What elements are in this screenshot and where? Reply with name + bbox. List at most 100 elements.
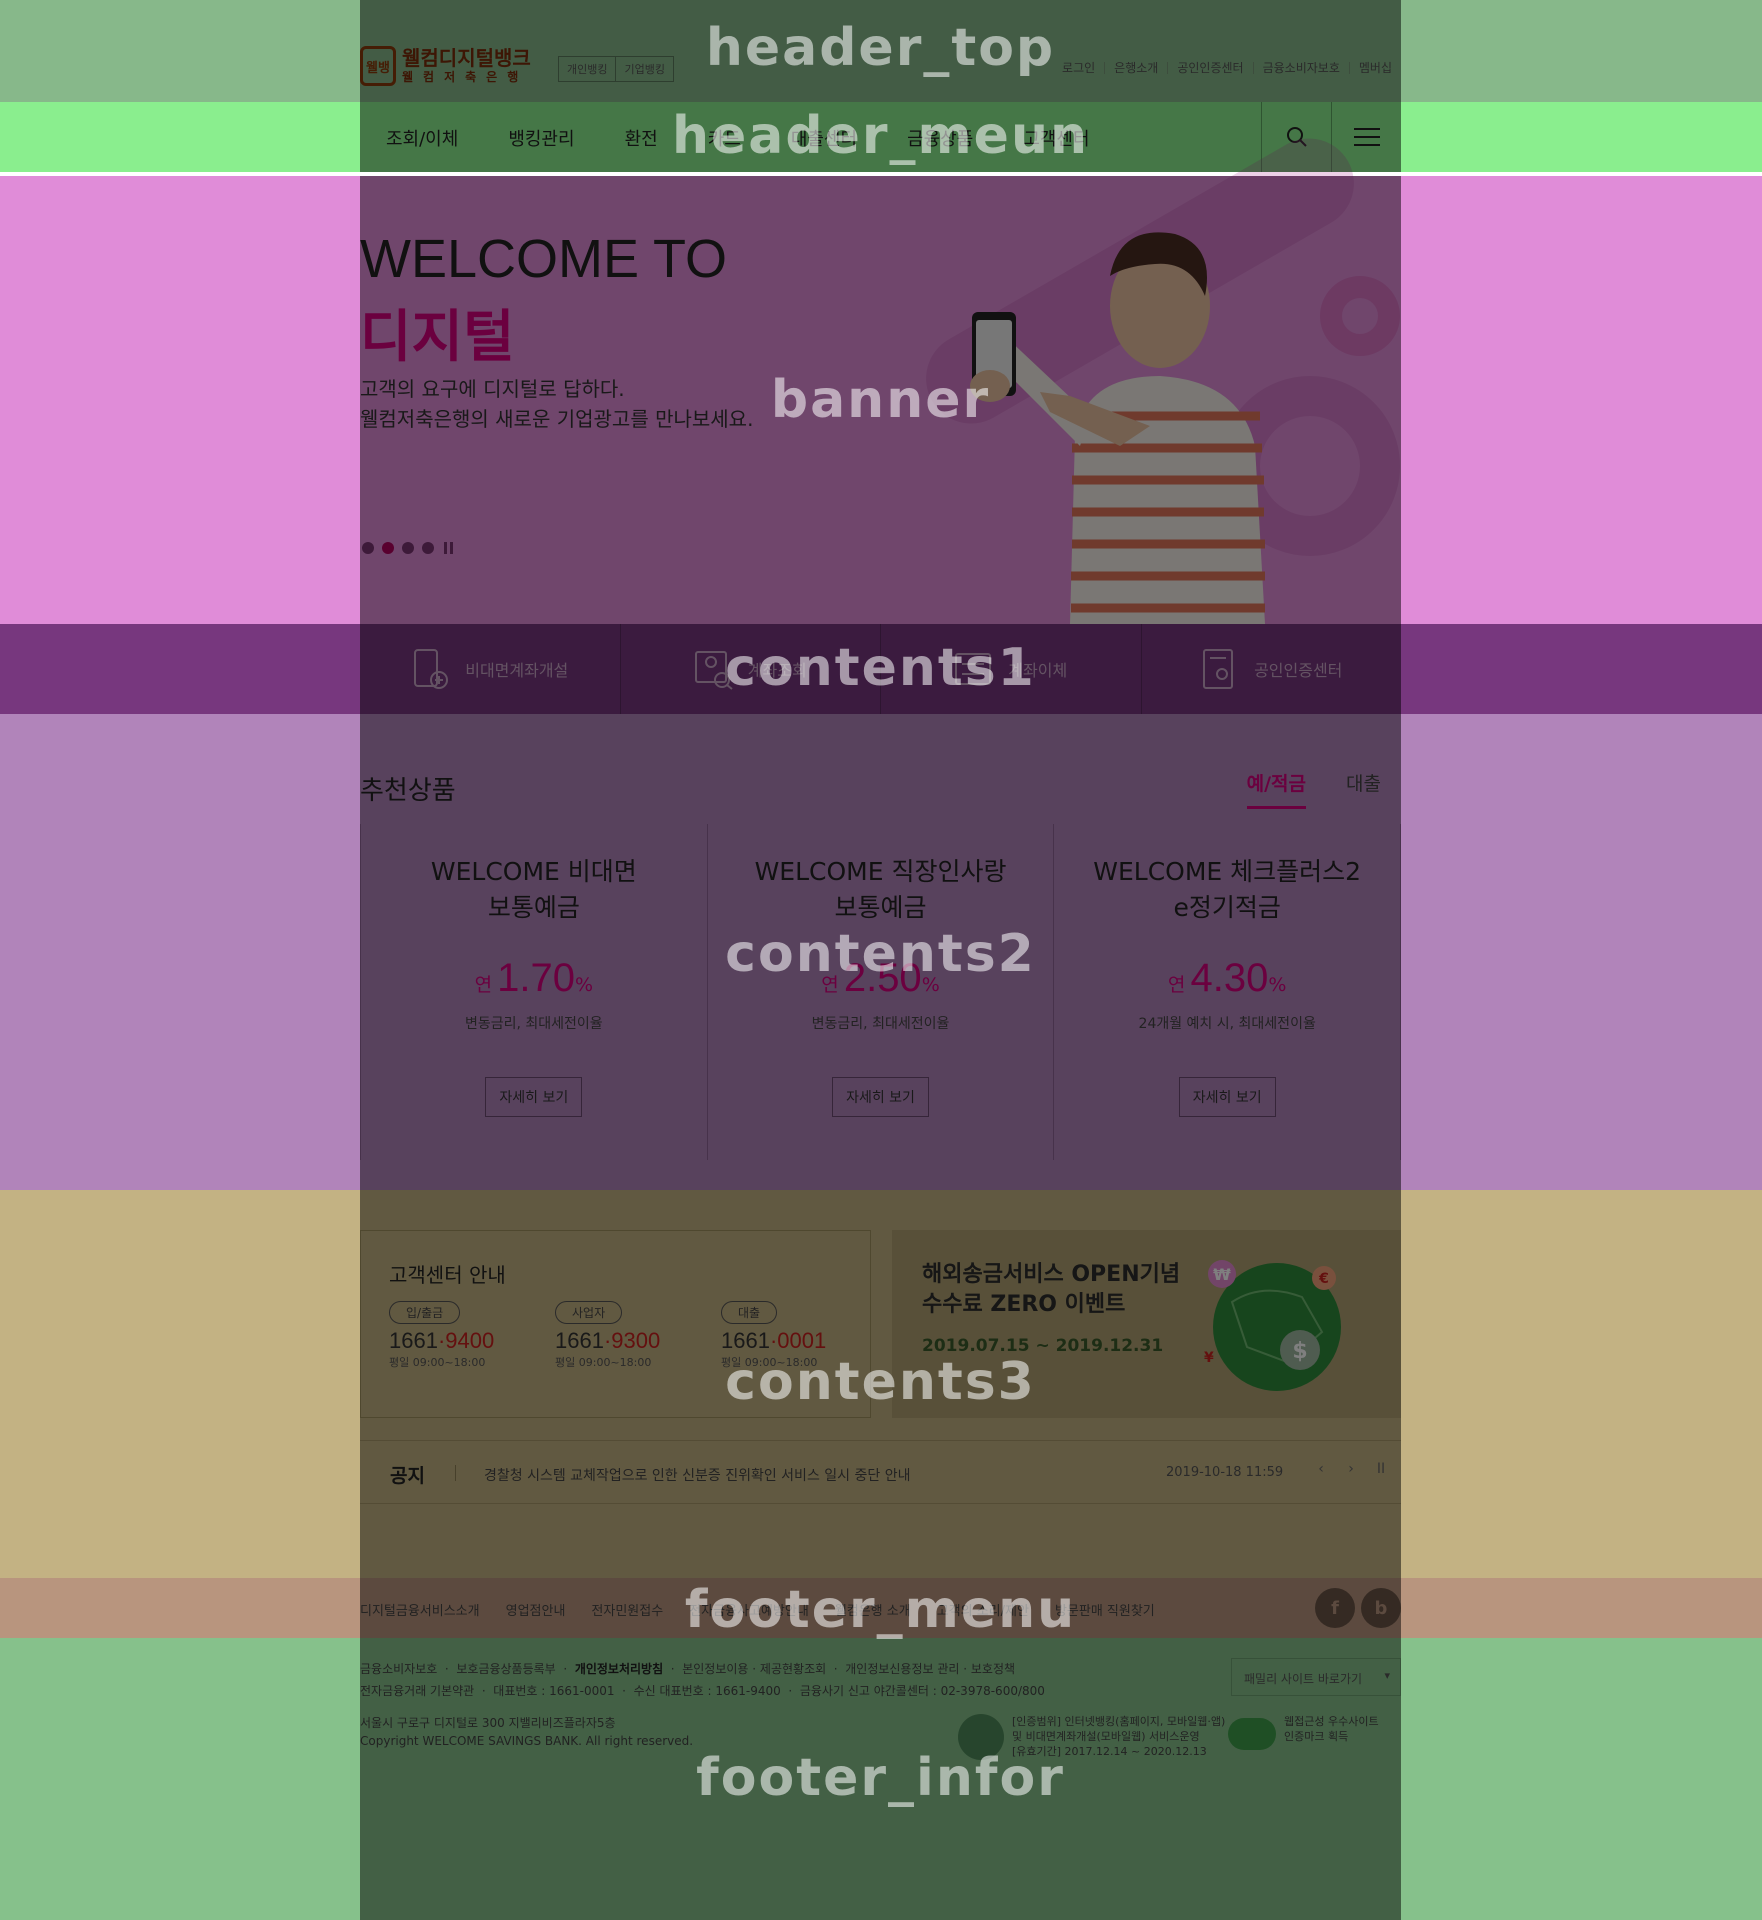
account-search-icon — [694, 651, 733, 690]
logo-badge: 웰뱅 — [360, 46, 396, 86]
notice-text[interactable]: 경찰청 시스템 교체작업으로 인한 신분증 진위확인 서비스 일시 중단 안내 — [484, 1465, 910, 1485]
certificate-center-link[interactable]: 공인인증센터 — [1167, 62, 1252, 74]
footer-link[interactable]: 방문판매 직원찾기 — [1055, 1600, 1155, 1619]
nav-item-exchange[interactable]: 환전 — [625, 125, 658, 151]
nav-item-banking-management[interactable]: 뱅킹관리 — [508, 125, 574, 151]
quick-item-open-account[interactable]: 비대면계좌개설 — [360, 624, 621, 714]
transfer-icon — [955, 653, 992, 685]
facebook-icon[interactable]: f — [1315, 1588, 1355, 1628]
contact-hours: 평일 09:00~18:00 — [555, 1356, 652, 1369]
contact-line: 대출 1661·0001 평일 09:00~18:00 — [721, 1301, 826, 1370]
footer-info-link[interactable]: 보호금융상품등록부 — [456, 1662, 555, 1676]
footer-info-link[interactable]: 금융소비자보호 — [360, 1662, 437, 1676]
quick-item-certificate-center[interactable]: 공인인증센터 — [1142, 624, 1402, 714]
contact-hours: 평일 09:00~18:00 — [389, 1356, 486, 1369]
bank-intro-link[interactable]: 은행소개 — [1104, 62, 1167, 74]
product-note: 변동금리, 최대세전이율 — [464, 1016, 603, 1032]
pause-icon[interactable] — [444, 542, 456, 554]
notice-bar: 공지 경찰청 시스템 교체작업으로 인한 신분증 진위확인 서비스 일시 중단 … — [360, 1440, 1401, 1504]
nav-item-loan-center[interactable]: 대출센터 — [791, 125, 857, 151]
slide-indicator — [362, 542, 456, 554]
contact-number[interactable]: 1661·9300 — [555, 1328, 660, 1354]
product-card: WELCOME 체크플러스2 e정기적금 연 4.30% 24개월 예치 시, 최… — [1054, 824, 1402, 1160]
banking-switch: 개인뱅킹 기업뱅킹 — [558, 56, 674, 82]
main-banner: WELCOME TO 디지털 고객의 요구에 디지털로 답하다. 웰컴저축은행의… — [0, 122, 1762, 624]
consumer-protection-link[interactable]: 금융소비자보호 — [1252, 62, 1349, 74]
membership-link[interactable]: 멤버십 — [1348, 62, 1401, 74]
product-card: WELCOME 비대면 보통예금 연 1.70% 변동금리, 최대세전이율 자세히… — [360, 824, 708, 1160]
product-title: WELCOME 체크플러스2 e정기적금 — [1093, 857, 1362, 922]
product-title: WELCOME 직장인사랑 보통예금 — [754, 857, 1007, 922]
contact-tag: 사업자 — [555, 1301, 623, 1324]
isms-cert-icon — [958, 1714, 1004, 1760]
logo-main-text: 웰컴디지털뱅크 — [402, 46, 531, 70]
event-title: 해외송금서비스 OPEN기념 수수료 ZERO 이벤트 — [922, 1262, 1181, 1317]
dollar-symbol: $ — [1292, 1339, 1307, 1364]
phone-plus-icon — [414, 649, 449, 689]
hamburger-menu-icon — [1353, 128, 1380, 146]
customer-center-box: 고객센터 안내 입/출금 1661·9400 평일 09:00~18:00 사업… — [360, 1230, 871, 1418]
utility-links: 로그인 은행소개 공인인증센터 금융소비자보호 멤버십 — [1053, 62, 1401, 74]
login-link[interactable]: 로그인 — [1053, 62, 1104, 74]
family-site-select[interactable]: 패밀리 사이트 바로가기 — [1231, 1658, 1401, 1696]
quick-item-transfer[interactable]: 계좌이체 — [881, 624, 1142, 714]
footer-policy-links: 금융소비자보호 · 보호금융상품등록부 · 개인정보처리방침 · 본인정보이용 … — [360, 1662, 1016, 1676]
footer-info: 금융소비자보호 · 보호금융상품등록부 · 개인정보처리방침 · 본인정보이용 … — [0, 1638, 1762, 1920]
quick-item-account-inquiry[interactable]: 계좌조회 — [621, 624, 881, 714]
product-rate: 연 2.50% — [821, 956, 940, 1000]
header-top: 웰뱅 웰컴디지털뱅크 웰컴저축은행 개인뱅킹 기업뱅킹 로그인 은행소개 공인인… — [0, 0, 1762, 102]
footer-link[interactable]: 영업점안내 — [506, 1600, 566, 1619]
slide-dot[interactable] — [362, 542, 374, 554]
business-banking-link[interactable]: 기업뱅킹 — [615, 57, 672, 81]
slide-dot[interactable] — [422, 542, 434, 554]
contact-tag: 대출 — [721, 1301, 778, 1324]
notice-prev-button[interactable]: ‹ — [1306, 1461, 1336, 1477]
detail-button[interactable]: 자세히 보기 — [832, 1077, 929, 1117]
product-title: WELCOME 비대면 보통예금 — [430, 857, 637, 922]
event-banner[interactable]: 해외송금서비스 OPEN기념 수수료 ZERO 이벤트 2019.07.15 ~ … — [892, 1230, 1401, 1418]
euro-symbol: € — [1318, 1271, 1329, 1287]
banner-headline-accent: 디지털 — [360, 305, 515, 370]
banner-headline: WELCOME TO — [360, 229, 728, 289]
quick-item-label: 계좌조회 — [747, 661, 807, 680]
blog-icon[interactable]: b — [1361, 1588, 1401, 1628]
footer-info-link[interactable]: 개인정보신용정보 관리 · 보호정책 — [845, 1662, 1015, 1676]
banner-desc-line1: 고객의 요구에 디지털로 답하다. — [360, 377, 625, 401]
nav-item-financial-products[interactable]: 금융상품 — [907, 125, 973, 151]
contact-number[interactable]: 1661·9400 — [389, 1328, 494, 1354]
product-card: WELCOME 직장인사랑 보통예금 연 2.50% 변동금리, 최대세전이율 자… — [708, 824, 1055, 1160]
slide-dot-active[interactable] — [382, 542, 394, 554]
notice-label: 공지 — [390, 1465, 425, 1487]
slide-dot[interactable] — [402, 542, 414, 554]
footer-info-link[interactable]: 본인정보이용 · 제공현황조회 — [682, 1662, 826, 1676]
won-symbol: ₩ — [1213, 1265, 1231, 1284]
tab-loan[interactable]: 대출 — [1346, 769, 1381, 809]
customer-center-title: 고객센터 안내 — [389, 1263, 506, 1287]
detail-button[interactable]: 자세히 보기 — [485, 1077, 583, 1117]
notice-pause-button[interactable]: II — [1366, 1461, 1396, 1477]
footer-contact-line: 전자금융거래 기본약관 · 대표번호 : 1661-0001 · 수신 대표번호… — [360, 1684, 1045, 1698]
nav-item-inquiry-transfer[interactable]: 조회/이체 — [386, 125, 458, 151]
footer-link[interactable]: 웰컴은행 소개 — [835, 1600, 911, 1619]
detail-button[interactable]: 자세히 보기 — [1178, 1077, 1276, 1117]
tab-deposit-savings[interactable]: 예/적금 — [1246, 769, 1307, 809]
personal-banking-link[interactable]: 개인뱅킹 — [559, 57, 615, 81]
footer-link[interactable]: 전자금융사고예방안내 — [689, 1600, 809, 1619]
notice-next-button[interactable]: › — [1336, 1461, 1366, 1477]
product-rate: 연 1.70% — [474, 956, 594, 1000]
footer-link[interactable]: 전자민원접수 — [591, 1600, 663, 1619]
footer-link[interactable]: 고객의 소리/제안 — [937, 1600, 1029, 1619]
notice-date: 2019-10-18 11:59 — [1166, 1465, 1284, 1480]
privacy-policy-link[interactable]: 개인정보처리방침 — [575, 1662, 663, 1676]
product-rate: 연 4.30% — [1167, 956, 1287, 1000]
bank-logo[interactable]: 웰뱅 웰컴디지털뱅크 웰컴저축은행 — [360, 46, 531, 86]
footer-link[interactable]: 디지털금융서비스소개 — [360, 1600, 480, 1619]
nav-item-card[interactable]: 카드 — [708, 125, 741, 151]
footer-copyright: Copyright WELCOME SAVINGS BANK. All righ… — [360, 1734, 694, 1748]
contact-number[interactable]: 1661·0001 — [721, 1328, 826, 1354]
nav-item-customer-center[interactable]: 고객센터 — [1023, 125, 1089, 151]
quick-item-label: 계좌이체 — [1008, 661, 1068, 680]
logo-sub-text: 웰컴저축은행 — [402, 70, 529, 84]
footer-info-link[interactable]: 전자금융거래 기본약관 — [360, 1684, 474, 1698]
section-title: 추천상품 — [360, 776, 456, 806]
